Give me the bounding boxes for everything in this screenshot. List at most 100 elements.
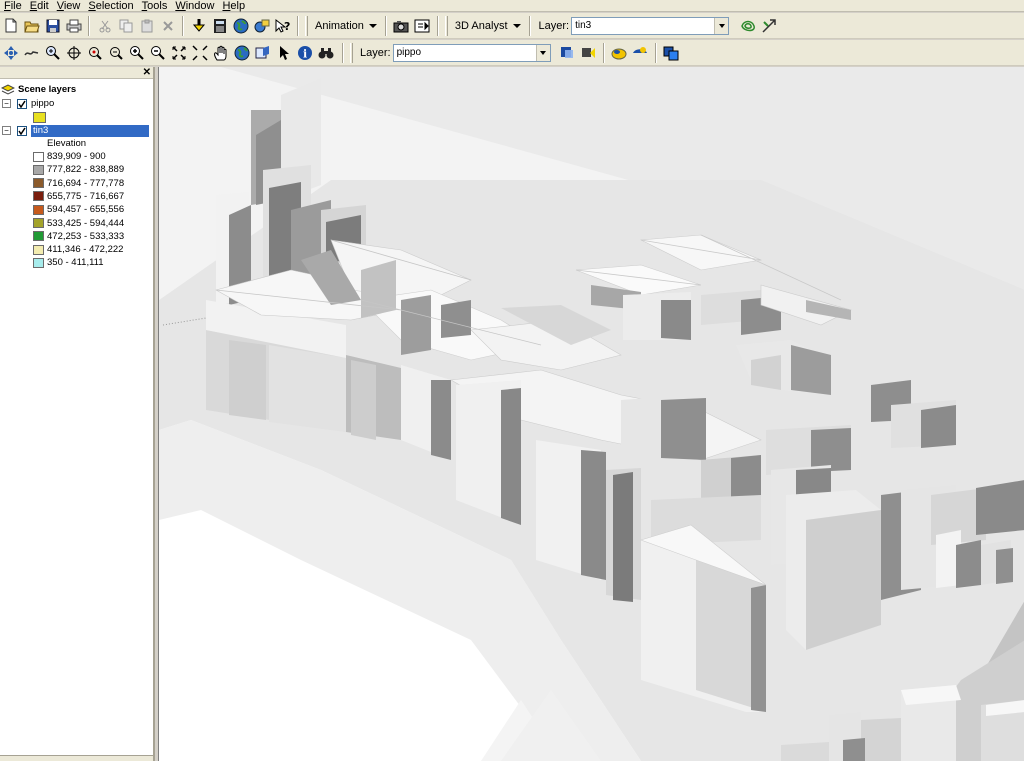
legend-item: 716,694 - 777,778 xyxy=(0,177,124,190)
menu-mnemonic: F xyxy=(4,0,11,12)
calculator-icon[interactable] xyxy=(210,16,230,36)
menu-window[interactable]: Window xyxy=(171,0,218,12)
steepest-path-icon[interactable] xyxy=(759,16,779,36)
legend-label: 716,694 - 777,778 xyxy=(47,177,125,189)
layer-transparency-icon[interactable] xyxy=(557,43,577,63)
legend-item: 411,346 - 472,222 xyxy=(0,243,123,256)
menu-edit[interactable]: Edit xyxy=(26,0,53,12)
navigate-icon[interactable] xyxy=(1,43,21,63)
layer-drawing-priority-icon[interactable] xyxy=(661,43,681,63)
print-icon[interactable] xyxy=(64,16,84,36)
layer-name: pippo xyxy=(31,98,55,109)
scene-properties-icon[interactable] xyxy=(252,16,272,36)
whats-this-help-icon[interactable]: ? xyxy=(273,16,293,36)
menu-label: iew xyxy=(63,0,81,12)
menu-help[interactable]: Help xyxy=(218,0,249,12)
globe-navigate-icon[interactable] xyxy=(232,43,252,63)
scene-layers-root[interactable]: Scene layers xyxy=(0,83,76,96)
contour-tool-icon[interactable] xyxy=(738,16,758,36)
full-extent-icon[interactable] xyxy=(169,43,189,63)
pan-hand-icon[interactable] xyxy=(211,43,231,63)
chevron-down-icon xyxy=(714,17,729,34)
menu-bar: File Edit View Selection Tools Window Help xyxy=(0,0,1024,12)
animation-menu-button[interactable]: Animation xyxy=(311,16,381,36)
scene-layers-label: Scene layers xyxy=(18,84,77,95)
cut-icon[interactable] xyxy=(95,16,115,36)
menu-view[interactable]: View xyxy=(53,0,85,12)
3d-analyst-menu-button[interactable]: 3D Analyst xyxy=(451,16,525,36)
face-culling-icon[interactable] xyxy=(630,43,650,63)
layers-icon xyxy=(1,84,15,95)
zoom-in-out-icon[interactable] xyxy=(43,43,63,63)
layer-visibility-checkbox[interactable] xyxy=(17,125,27,136)
menu-mnemonic: S xyxy=(88,0,96,12)
legend-item: 472,253 - 533,333 xyxy=(0,230,124,243)
delete-icon[interactable] xyxy=(158,16,178,36)
chevron-down-icon xyxy=(535,44,550,61)
copy-icon[interactable] xyxy=(116,16,136,36)
find-binoculars-icon[interactable] xyxy=(316,43,336,63)
legend-item: 777,822 - 838,889 xyxy=(0,163,124,176)
lighting-icon[interactable] xyxy=(578,43,598,63)
shading-icon[interactable] xyxy=(609,43,629,63)
open-folder-icon[interactable] xyxy=(22,16,42,36)
layer-row-pippo[interactable]: − pippo xyxy=(0,97,54,110)
zoom-in-icon[interactable] xyxy=(127,43,147,63)
legend-label: 777,822 - 838,889 xyxy=(47,164,125,176)
add-data-icon[interactable] xyxy=(189,16,209,36)
menu-file[interactable]: File xyxy=(0,0,26,12)
legend-swatch xyxy=(33,231,44,242)
svg-text:i: i xyxy=(303,47,307,60)
3d-city-scene[interactable] xyxy=(159,67,1024,761)
3d-analyst-layer-select[interactable]: tin3 xyxy=(571,16,730,35)
legend-label: 472,253 - 533,333 xyxy=(47,230,125,242)
legend-label: 411,346 - 472,222 xyxy=(47,244,124,256)
legend-label: 594,457 - 655,556 xyxy=(47,204,125,216)
collapse-toggle[interactable]: − xyxy=(2,126,11,135)
legend-label: 655,775 - 716,667 xyxy=(47,190,125,202)
globe-icon[interactable] xyxy=(231,16,251,36)
zoom-to-extent-icon[interactable] xyxy=(190,43,210,63)
scene-view[interactable] xyxy=(158,67,1024,761)
legend-swatch xyxy=(33,112,46,123)
menu-selection[interactable]: Selection xyxy=(84,0,137,12)
3d-analyst-layer-label: Layer: xyxy=(538,19,570,32)
fly-icon[interactable] xyxy=(22,43,42,63)
animation-controls-icon[interactable] xyxy=(412,16,432,36)
arcscene-window: File Edit View Selection Tools Window Help ? A… xyxy=(0,0,1024,761)
menu-label: indow xyxy=(185,0,215,12)
set-observer-icon[interactable] xyxy=(106,43,126,63)
layer-visibility-checkbox[interactable] xyxy=(17,98,27,109)
toc-title-bar: ✕ xyxy=(0,67,153,79)
select-features-icon[interactable] xyxy=(274,43,294,63)
legend-title: Elevation xyxy=(47,138,87,149)
chevron-down-icon xyxy=(368,23,377,28)
capture-view-camera-icon[interactable] xyxy=(391,16,411,36)
legend-heading: Elevation xyxy=(0,137,86,150)
zoom-to-target-icon[interactable] xyxy=(85,43,105,63)
close-icon[interactable]: ✕ xyxy=(143,67,151,79)
layer-select-value: pippo xyxy=(396,47,422,58)
menu-tools[interactable]: Tools xyxy=(138,0,172,12)
legend-item xyxy=(0,111,49,124)
legend-swatch xyxy=(33,218,44,228)
new-document-icon[interactable] xyxy=(1,16,21,36)
table-of-contents: ✕ Scene layers − pippo − tin3 Elevation … xyxy=(0,67,155,761)
toc-bottom-bar xyxy=(0,755,153,761)
save-icon[interactable] xyxy=(43,16,63,36)
legend-swatch xyxy=(33,151,44,162)
menu-mnemonic: E xyxy=(29,0,38,12)
layer-select-value: tin3 xyxy=(575,20,592,31)
layer-row-tin3[interactable]: − tin3 xyxy=(0,124,149,137)
legend-item: 533,425 - 594,444 xyxy=(0,217,124,230)
zoom-out-icon[interactable] xyxy=(148,43,168,63)
zoom-to-layer-icon[interactable] xyxy=(253,43,273,63)
legend-swatch xyxy=(33,204,44,215)
target-center-icon[interactable] xyxy=(64,43,84,63)
3d-effects-layer-select[interactable]: pippo xyxy=(392,43,551,62)
collapse-toggle[interactable]: − xyxy=(2,99,11,108)
identify-icon[interactable]: i xyxy=(295,43,315,63)
paste-icon[interactable] xyxy=(137,16,157,36)
legend-item: 655,775 - 716,667 xyxy=(0,190,124,203)
menu-mnemonic: V xyxy=(56,0,64,12)
